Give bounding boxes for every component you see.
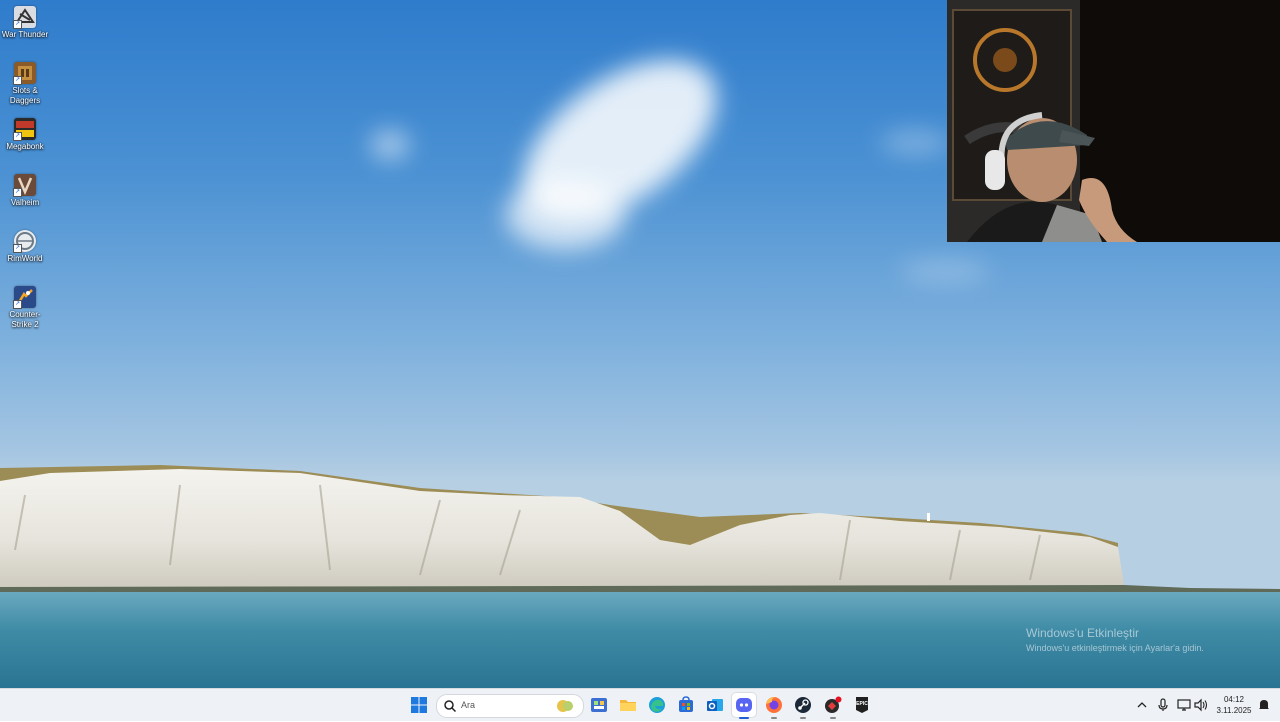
desktop-icon-war-thunder[interactable]: ↗ War Thunder bbox=[0, 2, 50, 40]
desktop-icon-label: Slots & Daggers bbox=[9, 86, 41, 105]
war-thunder-icon: ↗ bbox=[13, 6, 36, 29]
taskbar-app[interactable] bbox=[821, 693, 845, 719]
start-icon bbox=[411, 697, 427, 713]
desktop-icon-megabonk[interactable]: ↗ Megabonk bbox=[0, 114, 50, 152]
taskbar-steam[interactable] bbox=[791, 693, 815, 719]
desktop-icon-slots-daggers[interactable]: ↗ Slots & Daggers bbox=[0, 58, 50, 106]
taskbar-edge[interactable] bbox=[645, 693, 669, 717]
taskbar-file-explorer[interactable] bbox=[616, 693, 640, 717]
shortcut-arrow-icon: ↗ bbox=[13, 188, 22, 197]
rimworld-icon: ↗ bbox=[13, 230, 36, 253]
clock-time: 04:12 bbox=[1223, 695, 1245, 704]
desktop-icon-label: Valheim bbox=[10, 198, 40, 207]
cloud bbox=[370, 130, 410, 160]
white-cliffs bbox=[0, 465, 1280, 595]
notifications-button[interactable] bbox=[1256, 697, 1272, 713]
clock-date: 3.11.2025 bbox=[1216, 706, 1252, 715]
speaker-icon bbox=[1194, 698, 1208, 712]
desktop-icon-counter-strike-2[interactable]: ↗ Counter-Strike 2 bbox=[0, 282, 50, 330]
taskbar: Ara EPIC 04:12 3.11.2025 bbox=[0, 688, 1280, 721]
running-indicator bbox=[830, 717, 836, 719]
search-placeholder: Ara bbox=[461, 700, 476, 710]
taskbar-outlook[interactable] bbox=[703, 693, 727, 717]
taskbar-firefox[interactable] bbox=[762, 693, 786, 719]
counter-strike-2-icon: ↗ bbox=[13, 286, 36, 309]
network-icon bbox=[1177, 699, 1191, 711]
bell-icon bbox=[1259, 700, 1269, 710]
taskbar-store[interactable] bbox=[674, 693, 698, 717]
show-hidden-icons-button[interactable] bbox=[1134, 697, 1150, 713]
desktop-icon-valheim[interactable]: ↗ Valheim bbox=[0, 170, 50, 208]
discord-icon bbox=[736, 698, 752, 712]
shortcut-arrow-icon: ↗ bbox=[13, 20, 22, 29]
desktop-icon-label: Megabonk bbox=[6, 142, 44, 151]
running-indicator bbox=[800, 717, 806, 719]
shortcut-arrow-icon: ↗ bbox=[13, 300, 22, 309]
shortcut-arrow-icon: ↗ bbox=[13, 132, 22, 141]
shortcut-arrow-icon: ↗ bbox=[13, 76, 22, 85]
cloud bbox=[880, 130, 950, 155]
file-explorer-icon bbox=[620, 700, 636, 711]
system-clock[interactable]: 04:12 3.11.2025 bbox=[1212, 694, 1256, 716]
watermark-title: Windows'u Etkinleştir bbox=[1026, 626, 1139, 640]
desktop-icon-label: RimWorld bbox=[7, 254, 43, 263]
valheim-icon: ↗ bbox=[13, 174, 36, 197]
firefox-icon bbox=[766, 697, 782, 713]
search-icon bbox=[444, 700, 457, 713]
microphone-button[interactable] bbox=[1155, 697, 1171, 713]
taskbar-discord[interactable] bbox=[732, 693, 756, 719]
megabonk-icon: ↗ bbox=[13, 118, 36, 141]
store-icon bbox=[679, 696, 693, 712]
network-button[interactable] bbox=[1176, 697, 1192, 713]
slots-daggers-icon: ↗ bbox=[13, 62, 36, 85]
cloud bbox=[900, 260, 990, 282]
shortcut-arrow-icon: ↗ bbox=[13, 244, 22, 253]
widgets-icon bbox=[591, 698, 607, 712]
search-highlight-icon bbox=[557, 700, 573, 712]
activation-watermark: Windows'u Etkinleştir Windows'u etkinleş… bbox=[1026, 626, 1204, 653]
steam-icon bbox=[795, 697, 811, 713]
running-indicator bbox=[739, 717, 749, 719]
webcam-overlay bbox=[947, 0, 1280, 242]
desktop-icon-rimworld[interactable]: ↗ RimWorld bbox=[0, 226, 50, 264]
taskbar-search-box[interactable]: Ara bbox=[436, 694, 584, 718]
edge-icon bbox=[649, 697, 665, 713]
epic-label: EPIC bbox=[856, 701, 868, 707]
desktop-icon-label: Counter-Strike 2 bbox=[9, 310, 41, 329]
watermark-subtitle: Windows'u etkinleştirmek için Ayarlar'a … bbox=[1026, 643, 1204, 653]
start-button[interactable] bbox=[407, 693, 431, 717]
app-icon bbox=[825, 696, 842, 713]
running-indicator bbox=[771, 717, 777, 719]
taskbar-widgets[interactable] bbox=[587, 693, 611, 717]
epic-games-icon: EPIC bbox=[856, 697, 868, 713]
microphone-icon bbox=[1158, 698, 1168, 711]
cloud bbox=[505, 180, 625, 250]
chevron-up-icon bbox=[1137, 702, 1147, 708]
taskbar-epic-games[interactable]: EPIC bbox=[850, 693, 874, 717]
volume-button[interactable] bbox=[1193, 697, 1209, 713]
outlook-icon bbox=[707, 699, 723, 711]
desktop-icon-label: War Thunder bbox=[1, 30, 49, 39]
